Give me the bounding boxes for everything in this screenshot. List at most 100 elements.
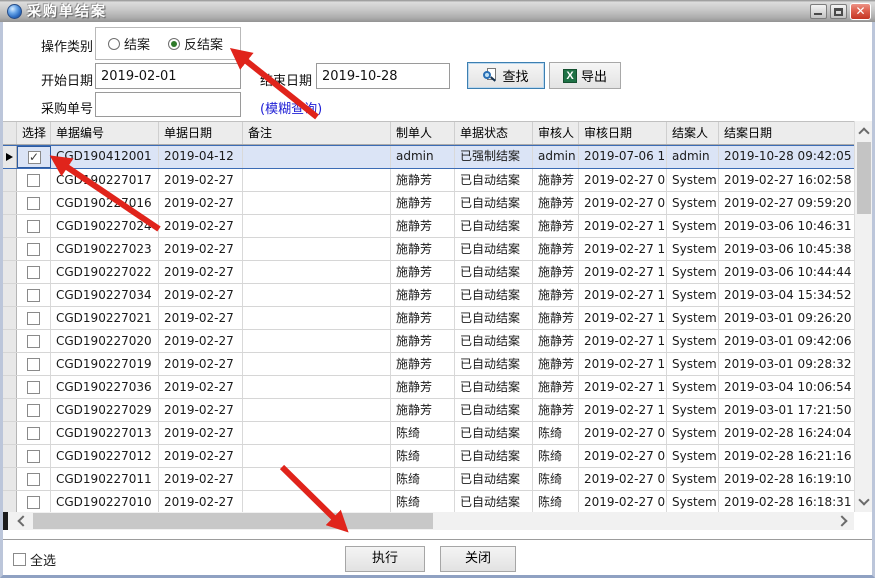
row-checkbox[interactable] xyxy=(27,289,40,302)
table-row[interactable]: CGD1902270122019-02-27陈绮已自动结案陈绮2019-02-2… xyxy=(3,445,854,468)
cell-auditor: 施静芳 xyxy=(533,169,579,191)
minimize-button[interactable] xyxy=(810,4,827,19)
row-checkbox[interactable] xyxy=(27,243,40,256)
execute-button[interactable]: 执行 xyxy=(345,546,425,572)
table-row[interactable]: CGD1902270192019-02-27施静芳已自动结案施静芳2019-02… xyxy=(3,353,854,376)
column-header-2[interactable]: 单据日期 xyxy=(159,122,243,144)
cell-close_date: 2019-02-27 09:59:20 xyxy=(719,192,854,214)
start-date-input[interactable] xyxy=(95,63,241,89)
table-row[interactable]: CGD1902270172019-02-27施静芳已自动结案施静芳2019-02… xyxy=(3,169,854,192)
cell-auditor: 施静芳 xyxy=(533,284,579,306)
column-header-9[interactable]: 结案日期 xyxy=(719,122,854,144)
radio-reopen-case[interactable]: 反结案 xyxy=(168,34,223,53)
table-row[interactable]: CGD1902270112019-02-27陈绮已自动结案陈绮2019-02-2… xyxy=(3,468,854,491)
vertical-scroll-thumb[interactable] xyxy=(857,142,871,214)
horizontal-scrollbar[interactable] xyxy=(3,512,854,530)
table-row[interactable]: CGD1902270132019-02-27陈绮已自动结案陈绮2019-02-2… xyxy=(3,422,854,445)
row-checkbox[interactable] xyxy=(27,220,40,233)
row-checkbox[interactable] xyxy=(27,450,40,463)
po-number-input[interactable] xyxy=(95,92,241,117)
row-checkbox[interactable] xyxy=(27,427,40,440)
table-row[interactable]: CGD1902270212019-02-27施静芳已自动结案施静芳2019-02… xyxy=(3,307,854,330)
cell-audit_date: 2019-02-27 10: xyxy=(579,330,667,352)
row-checkbox[interactable]: ✓ xyxy=(28,151,41,164)
cell-creator: 施静芳 xyxy=(391,169,455,191)
table-row[interactable]: CGD1902270232019-02-27施静芳已自动结案施静芳2019-02… xyxy=(3,238,854,261)
row-marker xyxy=(3,307,17,329)
cell-doc_no: CGD190227022 xyxy=(51,261,159,283)
cell-doc_date: 2019-02-27 xyxy=(159,238,243,260)
orders-grid: 选择单据编号单据日期备注制单人单据状态审核人审核日期结案人结案日期 ✓CGD19… xyxy=(3,121,872,530)
column-header-0[interactable]: 选择 xyxy=(17,122,51,144)
table-row[interactable]: CGD1902270222019-02-27施静芳已自动结案施静芳2019-02… xyxy=(3,261,854,284)
row-checkbox[interactable] xyxy=(27,358,40,371)
cell-remark xyxy=(243,215,391,237)
po-number-label: 采购单号 xyxy=(41,98,93,117)
table-row[interactable]: CGD1902270292019-02-27施静芳已自动结案施静芳2019-02… xyxy=(3,399,854,422)
cell-auditor: 施静芳 xyxy=(533,307,579,329)
vertical-scrollbar[interactable] xyxy=(854,121,872,512)
column-header-3[interactable]: 备注 xyxy=(243,122,391,144)
table-row[interactable]: CGD1902270162019-02-27施静芳已自动结案施静芳2019-02… xyxy=(3,192,854,215)
purchase-order-closing-dialog: 采购单结案 ✕ 操作类别 结案 反结案 开始日期 结束日期 xyxy=(0,0,875,578)
row-checkbox[interactable] xyxy=(27,381,40,394)
cell-doc_no: CGD190227021 xyxy=(51,307,159,329)
cell-doc_date: 2019-02-27 xyxy=(159,468,243,490)
cell-creator: 施静芳 xyxy=(391,192,455,214)
cell-doc_no: CGD190227024 xyxy=(51,215,159,237)
scroll-right-icon[interactable] xyxy=(836,515,847,526)
scroll-left-icon[interactable] xyxy=(17,515,28,526)
cell-doc_no: CGD190227011 xyxy=(51,468,159,490)
search-button[interactable]: 查找 xyxy=(467,62,545,89)
column-header-8[interactable]: 结案人 xyxy=(667,122,719,144)
maximize-button[interactable] xyxy=(830,4,847,19)
cell-closer: System xyxy=(667,192,719,214)
column-header-6[interactable]: 审核人 xyxy=(533,122,579,144)
row-marker xyxy=(3,468,17,490)
cell-audit_date: 2019-02-27 15: xyxy=(579,284,667,306)
table-row[interactable]: CGD1902270362019-02-27施静芳已自动结案施静芳2019-02… xyxy=(3,376,854,399)
end-date-input[interactable] xyxy=(316,63,450,89)
cell-closer: System xyxy=(667,307,719,329)
row-checkbox[interactable] xyxy=(27,473,40,486)
select-all-box-icon[interactable] xyxy=(13,553,26,566)
column-header-1[interactable]: 单据编号 xyxy=(51,122,159,144)
row-marker xyxy=(3,422,17,444)
column-header-5[interactable]: 单据状态 xyxy=(455,122,533,144)
close-icon: ✕ xyxy=(851,4,870,19)
cell-audit_date: 2019-02-27 09: xyxy=(579,192,667,214)
cell-doc_no: CGD190227017 xyxy=(51,169,159,191)
table-row[interactable]: CGD1902270242019-02-27施静芳已自动结案施静芳2019-02… xyxy=(3,215,854,238)
scroll-up-icon[interactable] xyxy=(858,127,869,138)
row-checkbox[interactable] xyxy=(27,335,40,348)
cell-status: 已自动结案 xyxy=(455,376,533,398)
globe-icon xyxy=(7,4,22,19)
row-checkbox[interactable] xyxy=(27,266,40,279)
table-row[interactable]: ✓CGD1904120012019-04-12admin已强制结案admin20… xyxy=(3,145,854,169)
cell-doc_date: 2019-02-27 xyxy=(159,192,243,214)
column-header-7[interactable]: 审核日期 xyxy=(579,122,667,144)
maximize-icon xyxy=(834,8,843,16)
close-dialog-button[interactable]: 关闭 xyxy=(440,546,516,572)
table-row[interactable]: CGD1902270202019-02-27施静芳已自动结案施静芳2019-02… xyxy=(3,330,854,353)
column-header-4[interactable]: 制单人 xyxy=(391,122,455,144)
cell-doc_no: CGD190227013 xyxy=(51,422,159,444)
row-marker xyxy=(3,215,17,237)
cell-closer: System xyxy=(667,376,719,398)
table-row[interactable]: CGD1902270102019-02-27陈绮已自动结案陈绮2019-02-2… xyxy=(3,491,854,512)
row-checkbox[interactable] xyxy=(27,174,40,187)
row-checkbox[interactable] xyxy=(27,404,40,417)
radio-close-case[interactable]: 结案 xyxy=(108,34,150,53)
export-button[interactable]: X 导出 xyxy=(549,62,621,89)
close-button[interactable]: ✕ xyxy=(850,3,871,20)
scroll-down-icon[interactable] xyxy=(858,494,869,505)
row-checkbox[interactable] xyxy=(27,312,40,325)
cell-status: 已自动结案 xyxy=(455,399,533,421)
cell-creator: 施静芳 xyxy=(391,353,455,375)
horizontal-scroll-thumb[interactable] xyxy=(33,513,433,529)
row-checkbox[interactable] xyxy=(27,496,40,509)
table-row[interactable]: CGD1902270342019-02-27施静芳已自动结案施静芳2019-02… xyxy=(3,284,854,307)
select-all-checkbox[interactable]: 全选 xyxy=(13,550,56,569)
row-checkbox[interactable] xyxy=(27,197,40,210)
fuzzy-search-hint: (模糊查询) xyxy=(260,98,322,117)
